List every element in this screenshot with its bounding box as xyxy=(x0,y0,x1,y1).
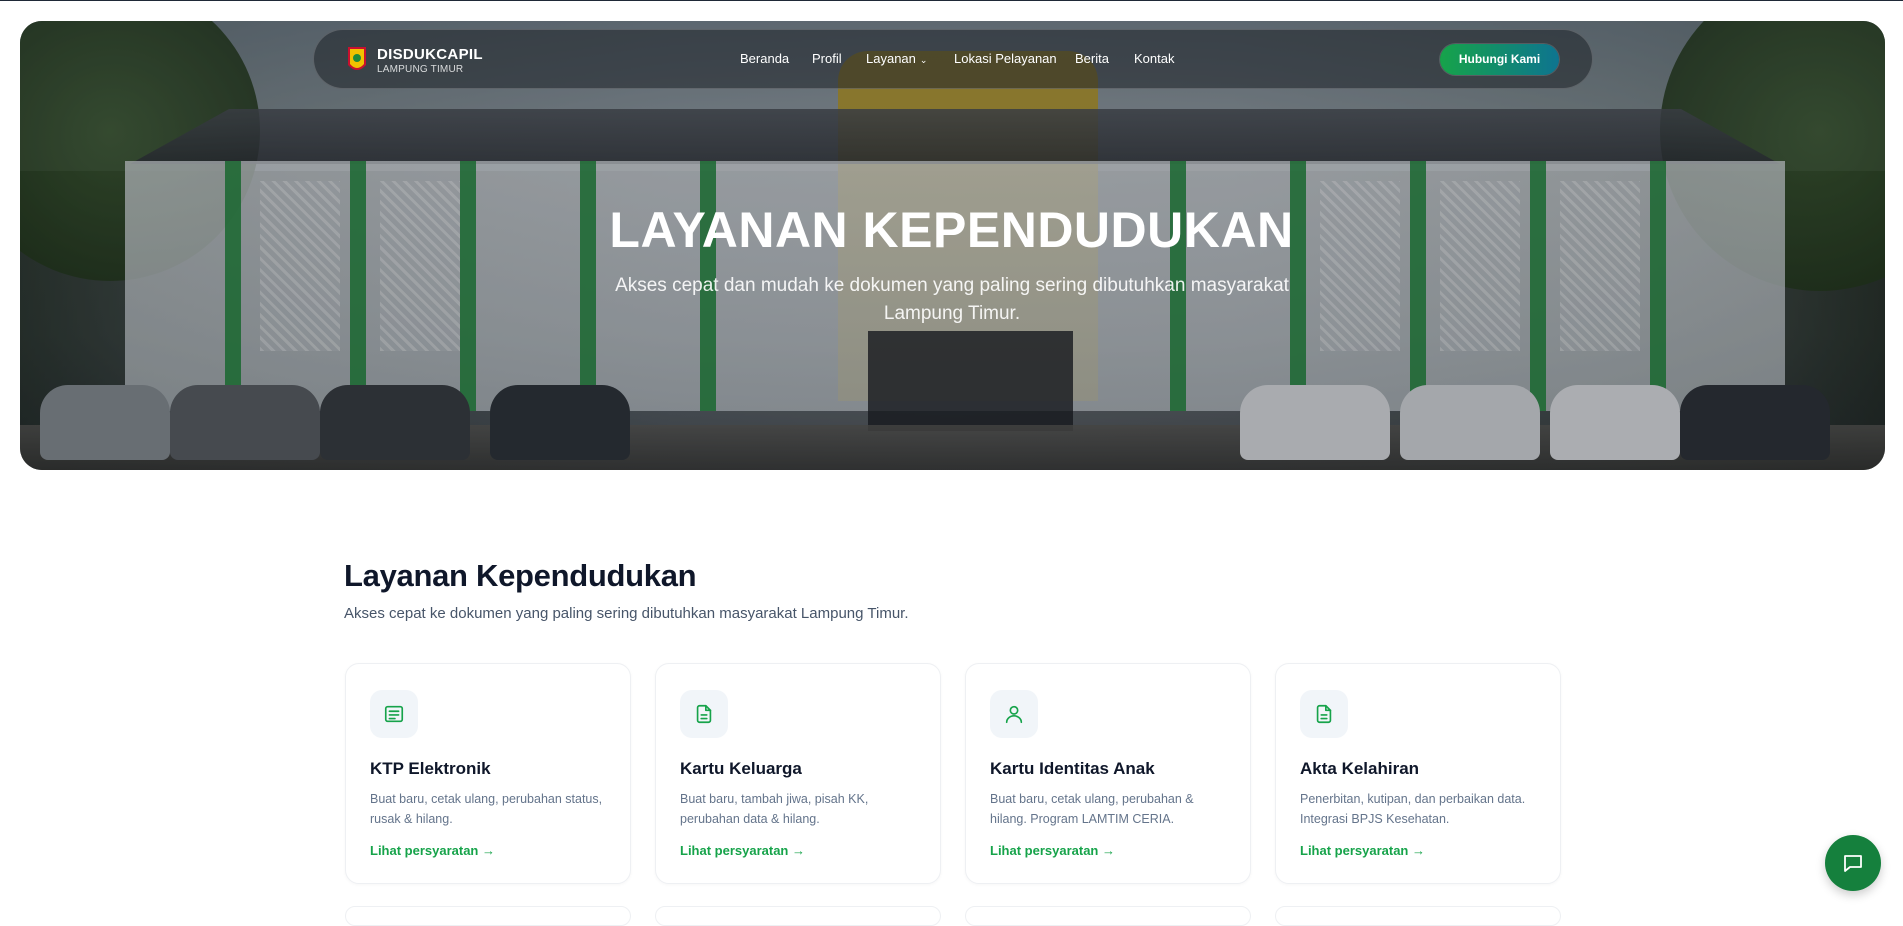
service-card-peek xyxy=(655,906,941,926)
chevron-down-icon: ⌄ xyxy=(919,55,928,65)
hero-title: LAYANAN KEPENDUDUKAN xyxy=(609,202,1294,258)
requirements-link-label: Lihat persyaratan xyxy=(680,843,789,858)
card-description: Penerbitan, kutipan, dan perbaikan data.… xyxy=(1300,792,1526,826)
contact-button[interactable]: Hubungi Kami xyxy=(1440,44,1559,75)
id-card-icon xyxy=(370,690,418,738)
card-title: Kartu Keluarga xyxy=(680,759,802,778)
brand-subtitle: LAMPUNG TIMUR xyxy=(377,64,464,75)
nav-profil[interactable]: Profil xyxy=(812,51,842,66)
service-card-peek xyxy=(345,906,631,926)
card-title: KTP Elektronik xyxy=(370,759,491,778)
service-card-akta-kelahiran[interactable]: Akta Kelahiran Penerbitan, kutipan, dan … xyxy=(1275,663,1561,884)
nav-kontak[interactable]: Kontak xyxy=(1134,51,1174,66)
chat-icon xyxy=(1844,855,1862,872)
logo-icon[interactable] xyxy=(346,45,368,75)
nav-layanan[interactable]: Layanan ⌄ xyxy=(866,51,927,66)
arrow-right-icon: → xyxy=(792,843,805,858)
nav-layanan-label: Layanan xyxy=(866,51,916,66)
chat-button[interactable] xyxy=(1825,835,1881,891)
card-description: Buat baru, cetak ulang, perubahan status… xyxy=(370,792,603,826)
service-card-peek xyxy=(965,906,1251,926)
requirements-link-label: Lihat persyaratan xyxy=(1300,843,1409,858)
hero-subtitle: Akses cepat dan mudah ke dokumen yang pa… xyxy=(615,275,1289,324)
card-title: Kartu Identitas Anak xyxy=(990,759,1155,778)
arrow-right-icon: → xyxy=(1412,843,1425,858)
requirements-link[interactable]: Lihat persyaratan → xyxy=(680,843,805,858)
section-subtitle: Akses cepat ke dokumen yang paling serin… xyxy=(344,605,909,622)
requirements-link[interactable]: Lihat persyaratan → xyxy=(1300,843,1425,858)
nav-berita[interactable]: Berita xyxy=(1075,51,1109,66)
service-card-kia[interactable]: Kartu Identitas Anak Buat baru, cetak ul… xyxy=(965,663,1251,884)
service-card-peek xyxy=(1275,906,1561,926)
service-card-kk[interactable]: Kartu Keluarga Buat baru, tambah jiwa, p… xyxy=(655,663,941,884)
navbar xyxy=(313,29,1593,89)
brand-title[interactable]: DISDUKCAPIL xyxy=(377,46,483,63)
requirements-link[interactable]: Lihat persyaratan → xyxy=(370,843,495,858)
requirements-link[interactable]: Lihat persyaratan → xyxy=(990,843,1115,858)
card-title: Akta Kelahiran xyxy=(1300,759,1420,778)
document-icon xyxy=(1300,690,1348,738)
user-icon xyxy=(990,690,1038,738)
card-description: Buat baru, tambah jiwa, pisah KK, peruba… xyxy=(680,792,869,826)
card-description: Buat baru, cetak ulang, perubahan & hila… xyxy=(990,792,1194,826)
requirements-link-label: Lihat persyaratan xyxy=(370,843,479,858)
nav-beranda[interactable]: Beranda xyxy=(740,51,789,66)
top-border xyxy=(0,0,1903,1)
document-icon xyxy=(680,690,728,738)
arrow-right-icon: → xyxy=(1102,843,1115,858)
nav-lokasi-pelayanan[interactable]: Lokasi Pelayanan xyxy=(954,51,1057,66)
requirements-link-label: Lihat persyaratan xyxy=(990,843,1099,858)
section-title: Layanan Kependudukan xyxy=(344,558,697,593)
service-card-ktp[interactable]: KTP Elektronik Buat baru, cetak ulang, p… xyxy=(345,663,631,884)
arrow-right-icon: → xyxy=(482,843,495,858)
